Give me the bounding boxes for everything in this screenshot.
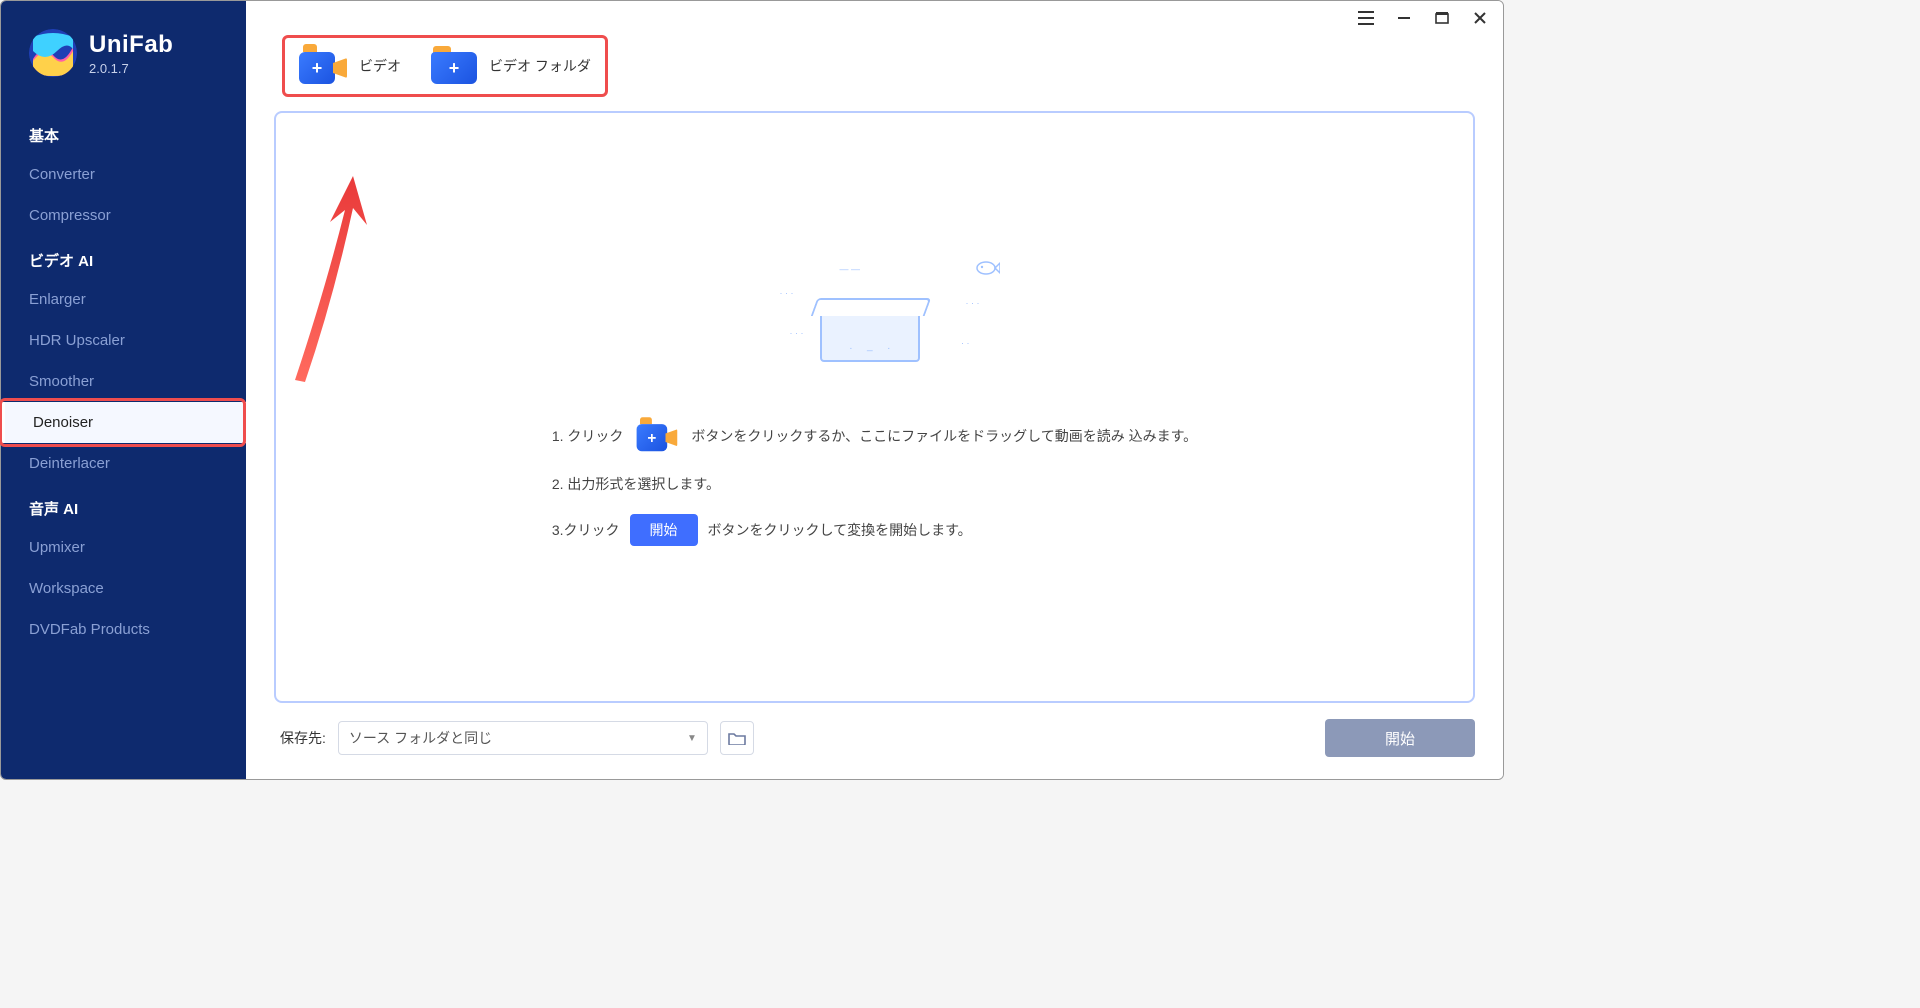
sidebar-nav: 基本 Converter Compressor ビデオ AI Enlarger … xyxy=(1,103,246,678)
add-folder-label: ビデオ フォルダ xyxy=(489,56,591,76)
dropzone[interactable]: · · · · · · · · · · · — — . _ . 1. クリック … xyxy=(274,111,1475,703)
sidebar: UniFab 2.0.1.7 基本 Converter Compressor ビ… xyxy=(1,1,246,779)
sidebar-item-workspace[interactable]: Workspace xyxy=(1,568,246,609)
sidebar-item-enlarger[interactable]: Enlarger xyxy=(1,279,246,320)
app-logo-icon xyxy=(29,29,77,77)
sidebar-item-denoiser[interactable]: Denoiser xyxy=(1,402,246,443)
sidebar-item-deinterlacer[interactable]: Deinterlacer xyxy=(1,443,246,484)
chevron-down-icon: ▼ xyxy=(687,733,697,744)
nav-section-audio-ai: 音声 AI xyxy=(1,484,246,527)
step-2-text: 2. 出力形式を選択します。 xyxy=(552,474,720,494)
sidebar-item-hdr[interactable]: HDR Upscaler xyxy=(1,320,246,361)
brand-block: UniFab 2.0.1.7 xyxy=(1,19,246,103)
maximize-icon[interactable] xyxy=(1433,9,1451,27)
nav-section-basic: 基本 xyxy=(1,111,246,154)
bottom-bar: 保存先: ソース フォルダと同じ ▼ 開始 xyxy=(246,703,1503,779)
step-3: 3.クリック 開始 ボタンをクリックして変換を開始します。 xyxy=(552,514,972,546)
save-to-label: 保存先: xyxy=(280,728,326,748)
save-to-select[interactable]: ソース フォルダと同じ ▼ xyxy=(338,721,708,755)
browse-folder-button[interactable] xyxy=(720,721,754,755)
main-panel: + ビデオ + ビデオ フォルダ · · · · · · · · xyxy=(246,1,1503,779)
window-titlebar xyxy=(1357,9,1489,27)
close-icon[interactable] xyxy=(1471,9,1489,27)
sidebar-item-dvdfab[interactable]: DVDFab Products xyxy=(1,609,246,650)
step-2: 2. 出力形式を選択します。 xyxy=(552,474,720,494)
empty-illustration: · · · · · · · · · · · — — . _ . xyxy=(780,268,970,378)
add-toolbar: + ビデオ + ビデオ フォルダ xyxy=(282,35,608,97)
add-folder-button[interactable]: + ビデオ フォルダ xyxy=(431,48,591,84)
step-1: 1. クリック + ボタンをクリックするか、ここにファイルをドラッグして動画を読… xyxy=(552,418,1197,454)
step-3-pre: 3.クリック xyxy=(552,520,620,540)
app-window: UniFab 2.0.1.7 基本 Converter Compressor ビ… xyxy=(0,0,1504,780)
nav-section-video-ai: ビデオ AI xyxy=(1,236,246,279)
sidebar-item-upmixer[interactable]: Upmixer xyxy=(1,527,246,568)
sidebar-item-smoother[interactable]: Smoother xyxy=(1,361,246,402)
start-button[interactable]: 開始 xyxy=(1325,719,1475,757)
menu-icon[interactable] xyxy=(1357,9,1375,27)
sidebar-item-converter[interactable]: Converter xyxy=(1,154,246,195)
add-video-button[interactable]: + ビデオ xyxy=(299,48,401,84)
step-3-post: ボタンをクリックして変換を開始します。 xyxy=(708,520,972,540)
app-name: UniFab xyxy=(89,31,173,59)
add-video-label: ビデオ xyxy=(359,56,401,76)
folder-icon xyxy=(728,731,746,745)
add-video-icon: + xyxy=(299,48,347,84)
minimize-icon[interactable] xyxy=(1395,9,1413,27)
add-folder-icon: + xyxy=(431,48,477,84)
instruction-steps: 1. クリック + ボタンをクリックするか、ここにファイルをドラッグして動画を読… xyxy=(552,418,1197,546)
inline-start-button: 開始 xyxy=(630,514,698,546)
save-to-value: ソース フォルダと同じ xyxy=(349,728,492,748)
sidebar-item-compressor[interactable]: Compressor xyxy=(1,195,246,236)
step-1-post: ボタンをクリックするか、ここにファイルをドラッグして動画を読み 込みます。 xyxy=(691,426,1197,446)
app-version: 2.0.1.7 xyxy=(89,61,173,76)
inline-add-video-icon: + xyxy=(637,421,678,452)
step-1-pre: 1. クリック xyxy=(552,426,624,446)
